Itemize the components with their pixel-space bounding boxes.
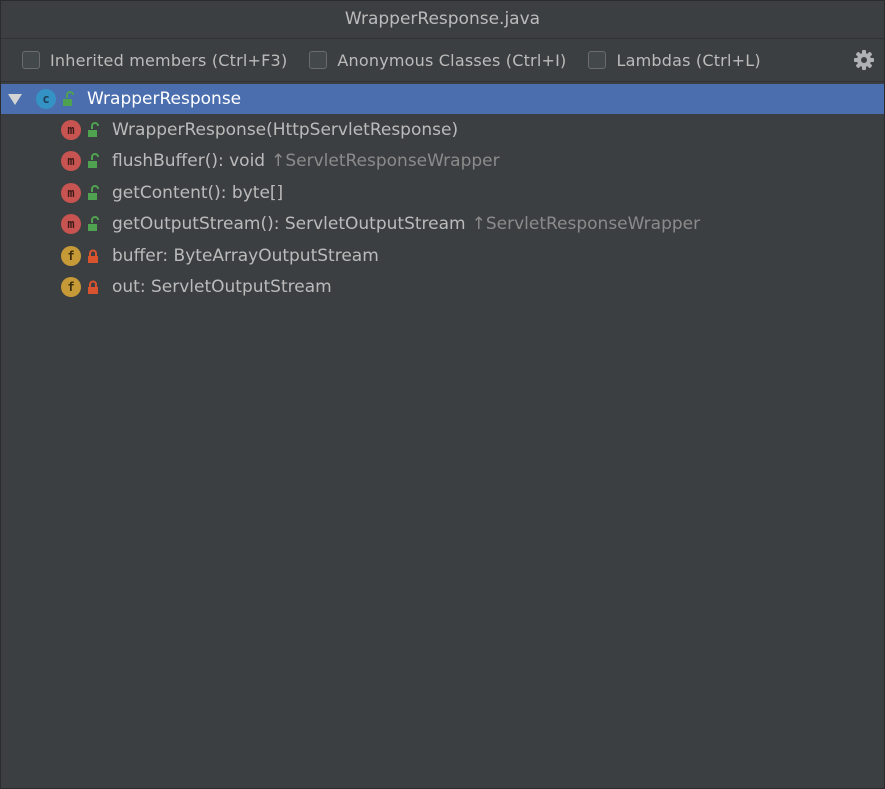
anonymous-classes-checkbox[interactable]: Anonymous Classes (Ctrl+I)	[309, 51, 566, 70]
checkbox-label: Lambdas (Ctrl+L)	[616, 50, 761, 70]
tree-node-label: flushBuffer(): void	[112, 151, 266, 172]
tree-node-method[interactable]: m WrapperResponse(HttpServletResponse)	[1, 114, 884, 146]
tree-node-label: getOutputStream(): ServletOutputStream	[112, 214, 466, 235]
filter-toolbar: Inherited members (Ctrl+F3) Anonymous Cl…	[1, 39, 884, 82]
tree-node-label: getContent(): byte[]	[112, 182, 284, 203]
tree-node-field[interactable]: f out: ServletOutputStream	[1, 272, 884, 304]
window-title: WrapperResponse.java	[1, 1, 884, 39]
gear-icon[interactable]	[853, 49, 875, 71]
class-icon: c	[36, 89, 56, 109]
tree-node-label: WrapperResponse(HttpServletResponse)	[112, 119, 459, 140]
tree-node-label: out: ServletOutputStream	[112, 277, 332, 298]
checkbox-label: Anonymous Classes (Ctrl+I)	[337, 50, 567, 70]
checkbox-label: Inherited members (Ctrl+F3)	[50, 50, 288, 70]
public-lock-icon	[88, 153, 99, 169]
public-lock-icon	[88, 184, 99, 200]
field-icon: f	[61, 245, 81, 266]
method-icon: m	[61, 214, 81, 235]
structure-tree: c WrapperResponse m WrapperResponse(Http…	[1, 84, 884, 303]
field-icon: f	[61, 277, 81, 298]
tree-node-class[interactable]: c WrapperResponse	[1, 84, 884, 114]
checkbox-box[interactable]	[588, 51, 607, 69]
method-icon: m	[61, 151, 81, 172]
private-lock-icon	[88, 249, 98, 263]
public-lock-icon	[88, 216, 99, 232]
tree-node-method[interactable]: m getOutputStream(): ServletOutputStream…	[1, 209, 884, 241]
tree-node-method[interactable]: m getContent(): byte[]	[1, 177, 884, 209]
inherited-from-hint: ↑ServletResponseWrapper	[271, 151, 500, 172]
tree-node-method[interactable]: m flushBuffer(): void ↑ServletResponseWr…	[1, 146, 884, 178]
public-lock-icon	[88, 121, 99, 137]
expand-arrow-icon[interactable]	[8, 93, 22, 105]
checkbox-box[interactable]	[309, 51, 328, 69]
public-lock-icon	[63, 91, 74, 106]
tree-node-label: WrapperResponse	[87, 89, 242, 109]
lambdas-checkbox[interactable]: Lambdas (Ctrl+L)	[588, 50, 761, 70]
structure-popup-window: WrapperResponse.java Inherited members (…	[0, 0, 885, 789]
inherited-from-hint: ↑ServletResponseWrapper	[471, 214, 701, 235]
tree-node-field[interactable]: f buffer: ByteArrayOutputStream	[1, 240, 884, 272]
method-icon: m	[61, 119, 81, 140]
checkbox-box[interactable]	[22, 51, 40, 69]
private-lock-icon	[88, 280, 98, 295]
inherited-members-checkbox[interactable]: Inherited members (Ctrl+F3)	[22, 51, 287, 70]
tree-node-label: buffer: ByteArrayOutputStream	[112, 245, 379, 266]
method-icon: m	[61, 182, 81, 203]
